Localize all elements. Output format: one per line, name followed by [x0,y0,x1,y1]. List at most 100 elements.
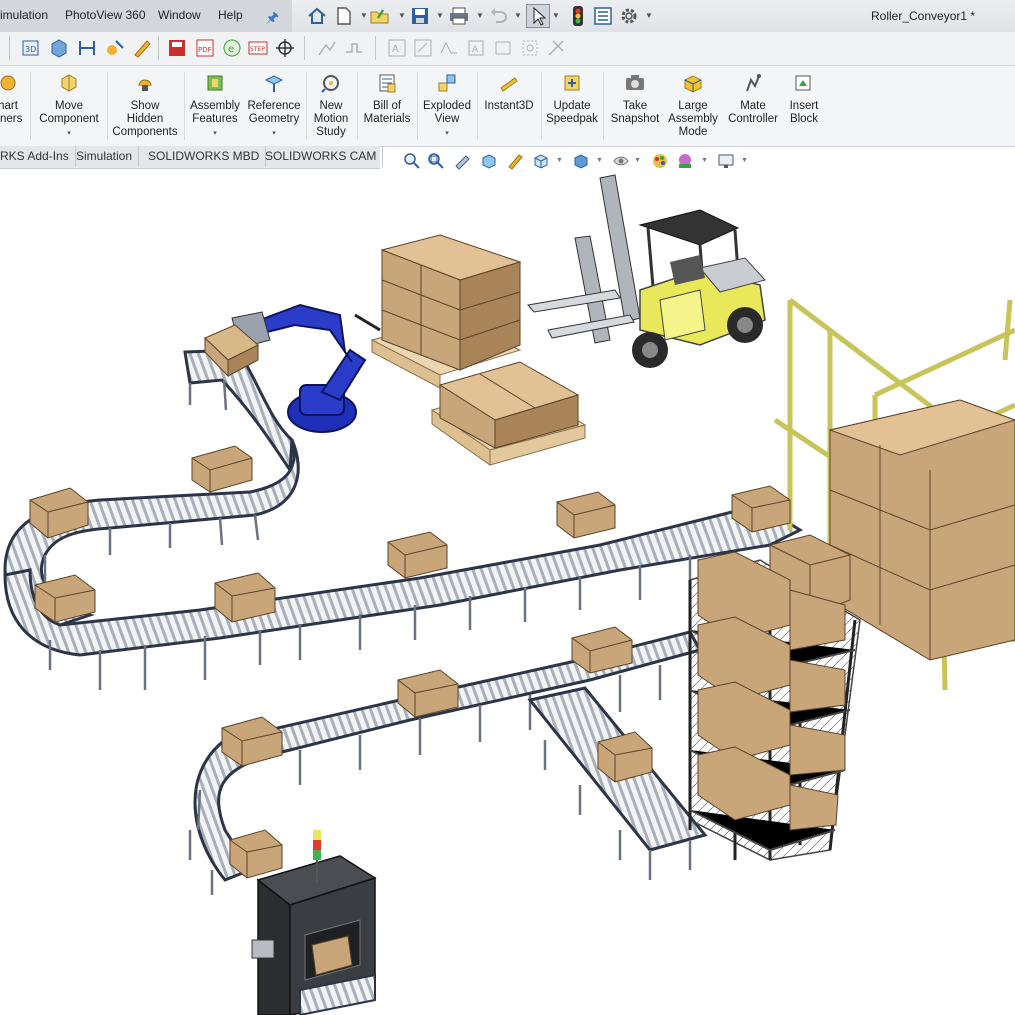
reference-geometry-button[interactable]: Reference Geometry ▾ [244,70,304,140]
separator [306,72,307,140]
chevron-down-icon[interactable]: ▼ [596,157,603,164]
industrial-robot[interactable] [204,303,381,433]
chevron-down-icon[interactable]: ▼ [436,11,444,20]
conveyor-main[interactable] [3,503,804,690]
sketch-icon[interactable] [316,37,338,59]
carton [387,531,448,579]
chevron-down-icon[interactable]: ▼ [514,11,522,20]
pin-icon[interactable]: 🖈︎ [266,7,279,31]
undo-icon[interactable] [487,5,509,27]
chevron-down-icon[interactable]: ▼ [645,11,653,20]
separator [541,72,542,140]
tab-simulation[interactable]: Simulation [70,146,140,167]
exploded-view-button[interactable]: Exploded View ▾ [419,70,475,140]
step-export-icon[interactable]: STEP [247,37,269,59]
edrawings-icon[interactable]: e [221,37,243,59]
assembly-features-button[interactable]: Assembly Features ▾ [186,70,244,140]
smart-fasteners-button[interactable]: hart eners [0,70,30,126]
forklift[interactable] [527,174,766,368]
separator [603,72,604,140]
chevron-down-icon[interactable]: ▼ [634,157,641,164]
show-hidden-components-button[interactable]: Show Hidden Components [109,70,181,139]
apply-scene-icon[interactable] [676,152,694,170]
carton [229,829,283,879]
hide-show-items-icon[interactable] [612,152,630,170]
chevron-down-icon[interactable]: ▾ [34,127,104,140]
mirror-icon[interactable] [76,37,98,59]
chevron-down-icon[interactable]: ▾ [244,127,304,140]
previous-view-icon[interactable] [454,152,472,170]
select-arrow-icon[interactable] [526,4,550,28]
open-folder-icon[interactable] [369,5,391,27]
move-component-button[interactable]: Move Component ▾ [34,70,104,140]
chevron-down-icon[interactable]: ▼ [360,11,368,20]
large-assembly-mode-button[interactable]: Large Assembly Mode [666,70,720,139]
gear-icon[interactable] [618,5,640,27]
note-icon[interactable] [412,37,434,59]
insert-block-button[interactable]: Insert Block [782,70,826,126]
pdf-export-icon[interactable]: PDF [194,37,216,59]
bill-of-materials-button[interactable]: Bill of Materials [359,70,415,126]
datum-icon[interactable]: A [465,37,487,59]
chevron-down-icon[interactable]: ▼ [741,157,748,164]
section-view-icon[interactable] [480,152,498,170]
menu-item-simulation[interactable]: imulation [0,8,48,22]
chevron-down-icon[interactable]: ▼ [701,157,708,164]
chevron-down-icon[interactable]: ▼ [398,11,406,20]
menu-item-help[interactable]: Help [218,8,243,22]
command-tabs: RKS Add-Ins Simulation SOLIDWORKS MBD SO… [0,146,384,169]
separator [417,72,418,140]
new-motion-study-button[interactable]: New Motion Study [308,70,354,139]
update-speedpak-button[interactable]: Update Speedpak [543,70,601,126]
chevron-down-icon[interactable]: ▼ [552,11,560,20]
save-icon[interactable] [409,5,431,27]
move-component-icon [61,74,77,92]
svg-text:e: e [228,44,234,55]
tab-solidworks-cam[interactable]: SOLIDWORKS CAM [259,146,384,167]
step-line-icon[interactable] [343,37,365,59]
secondary-toolbar: 3D PDF e STEP A A [0,32,1015,66]
file-properties-icon[interactable] [592,5,614,27]
hole-callout-icon[interactable] [519,37,541,59]
balloon-icon[interactable] [545,37,567,59]
tab-solidworks-add-ins[interactable]: RKS Add-Ins [0,146,76,167]
menu-item-window[interactable]: Window [158,8,201,22]
annotation-icon[interactable]: A [386,37,408,59]
chevron-down-icon[interactable]: ▼ [556,157,563,164]
print-icon[interactable] [448,5,470,27]
zoom-area-icon[interactable] [427,152,445,170]
graphics-area[interactable] [0,170,1015,1015]
carton [221,716,283,767]
view-orientation-icon[interactable] [532,152,550,170]
crosshair-icon[interactable] [274,37,296,59]
edit-appearance-icon[interactable] [651,152,669,170]
zoom-to-fit-icon[interactable] [403,152,421,170]
home-icon[interactable] [306,5,328,27]
3d-view-icon[interactable]: 3D [20,37,42,59]
display-style-icon[interactable] [572,152,590,170]
instant3d-button[interactable]: Instant3D [479,70,539,113]
view-settings-icon[interactable] [717,152,735,170]
menu-item-photoview-360[interactable]: PhotoView 360 [65,8,146,22]
component-icon[interactable] [48,37,70,59]
save-as-icon[interactable] [166,37,188,59]
tab-solidworks-mbd[interactable]: SOLIDWORKS MBD [142,146,267,167]
menu-bar: imulation PhotoView 360 Window Help 🖈︎ ▼… [0,0,1015,33]
chevron-down-icon[interactable]: ▼ [476,11,484,20]
separator [304,36,305,60]
mate-controller-button[interactable]: Mate Controller [724,70,782,126]
new-document-icon[interactable] [333,5,355,27]
chevron-down-icon[interactable]: ▾ [419,127,475,140]
edit-component-icon[interactable] [131,37,153,59]
traffic-light-icon[interactable] [567,5,589,27]
chevron-down-icon[interactable]: ▾ [186,127,244,140]
new-motion-study-icon [321,75,339,93]
smart-mates-icon[interactable] [104,37,126,59]
surface-finish-icon[interactable] [438,37,460,59]
svg-text:A: A [392,44,399,55]
take-snapshot-button[interactable]: Take Snapshot [606,70,664,126]
weld-icon[interactable] [492,37,514,59]
svg-text:3D: 3D [25,45,36,54]
dynamic-annotation-icon[interactable] [506,152,524,170]
separator [30,72,31,140]
